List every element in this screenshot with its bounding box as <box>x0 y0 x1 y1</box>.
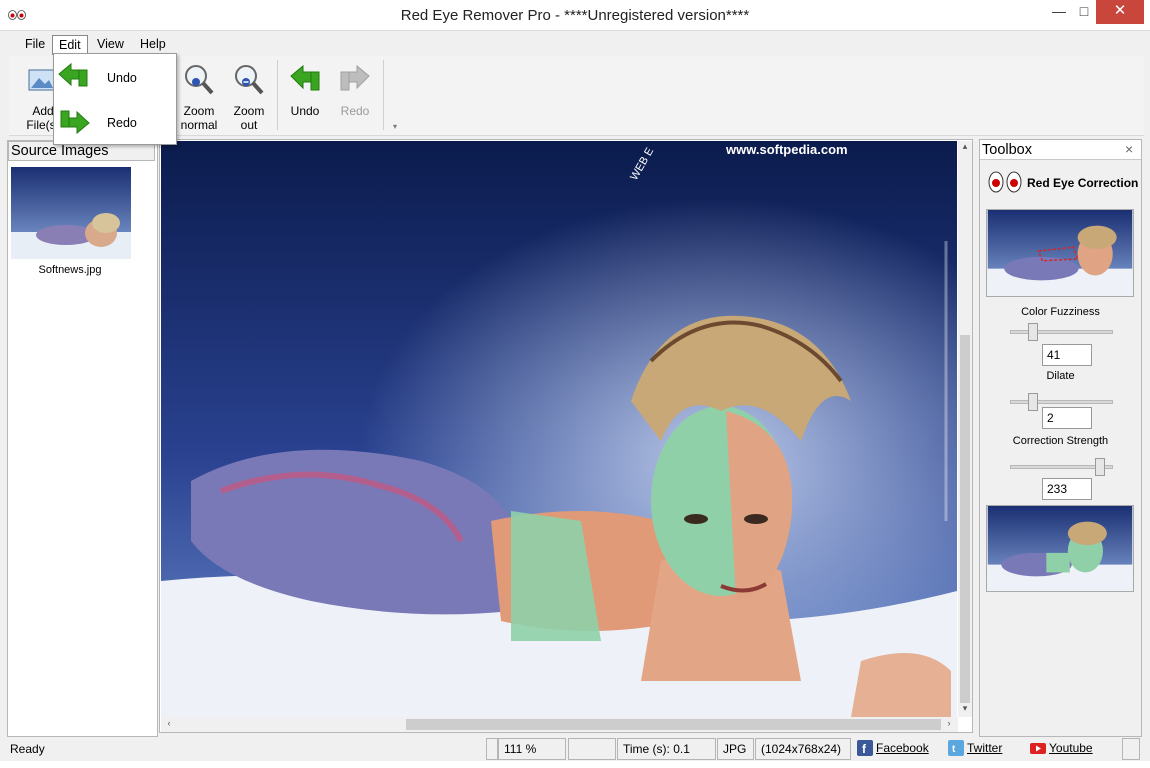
undo-arrow-icon <box>58 62 88 87</box>
dilate-knob[interactable] <box>1028 393 1038 411</box>
toolbar-overflow-button[interactable]: ▾ <box>393 122 397 131</box>
image-viewer[interactable]: WEB E www.softpedia.com ▴ ▾ ‹ › <box>159 139 973 733</box>
correction-strength-input[interactable]: 233 <box>1042 478 1092 500</box>
redo-arrow-icon <box>60 110 90 135</box>
toolbar: Add File(s) Zoom normal Zoom out Undo Re… <box>9 56 1144 136</box>
window-bottom-border <box>0 761 1150 768</box>
vertical-scrollbar[interactable]: ▴ ▾ <box>958 141 972 717</box>
image-canvas[interactable]: WEB E www.softpedia.com <box>161 141 957 717</box>
source-image-filename: Softnews.jpg <box>38 264 102 276</box>
toolbox-panel: Toolbox × Red Eye Correction Color Fuzzi… <box>979 139 1142 737</box>
twitter-link[interactable]: t Twitter <box>948 740 1002 756</box>
zoom-normal-button[interactable]: Zoom normal <box>173 60 225 132</box>
edit-menu-redo[interactable]: Redo <box>54 101 176 145</box>
window-title: Red Eye Remover Pro - ****Unregistered v… <box>400 7 750 24</box>
vertical-scroll-thumb[interactable] <box>960 335 970 703</box>
after-preview <box>986 505 1134 592</box>
undo-label: Undo <box>290 104 320 118</box>
horizontal-scrollbar[interactable]: ‹ › <box>161 717 958 732</box>
color-fuzziness-label: Color Fuzziness <box>1021 306 1100 318</box>
redo-arrow-icon <box>340 64 370 91</box>
menu-edit[interactable]: Edit <box>52 35 88 55</box>
zoom-level: 111 % <box>498 738 566 760</box>
zoom-normal-label-1: Zoom <box>183 104 215 118</box>
horizontal-scroll-thumb[interactable] <box>406 719 941 730</box>
correction-strength-knob[interactable] <box>1095 458 1105 476</box>
edit-menu-redo-label: Redo <box>107 116 137 130</box>
status-cell-blank <box>486 738 498 760</box>
zoom-normal-icon <box>185 65 214 95</box>
correction-strength-label: Correction Strength <box>1012 435 1109 447</box>
scroll-up-arrow[interactable]: ▴ <box>958 141 972 152</box>
edit-menu-undo[interactable]: Undo <box>54 56 176 100</box>
facebook-icon: f <box>857 740 873 756</box>
processing-time: Time (s): 0.1 <box>617 738 716 760</box>
menu-file[interactable]: File <box>19 35 51 55</box>
zoom-out-button[interactable]: Zoom out <box>223 60 275 132</box>
resize-grip[interactable] <box>1122 738 1140 760</box>
softpedia-watermark: www.softpedia.com <box>726 142 848 157</box>
color-fuzziness-slider[interactable] <box>1010 323 1113 341</box>
scroll-left-arrow[interactable]: ‹ <box>163 718 175 728</box>
close-button[interactable]: ✕ <box>1096 0 1144 24</box>
red-eye-correction-title: Red Eye Correction <box>1027 176 1139 190</box>
undo-arrow-icon <box>290 64 320 91</box>
zoom-out-icon <box>235 65 264 95</box>
source-image-thumbnail[interactable] <box>11 167 131 259</box>
color-fuzziness-input[interactable]: 41 <box>1042 344 1092 366</box>
zoom-out-label-1: Zoom <box>233 104 265 118</box>
redo-button[interactable]: Redo <box>329 60 381 118</box>
facebook-label: Facebook <box>876 741 929 755</box>
image-dimensions: (1024x768x24) <box>755 738 851 760</box>
edit-menu-undo-label: Undo <box>107 71 137 85</box>
zoom-out-label-2: out <box>240 118 258 132</box>
twitter-icon: t <box>948 740 964 756</box>
status-bar: Ready 111 % Time (s): 0.1 JPG (1024x768x… <box>0 737 1150 761</box>
correction-strength-slider[interactable] <box>1010 458 1113 476</box>
status-text: Ready <box>10 742 45 756</box>
menu-help[interactable]: Help <box>134 35 172 55</box>
facebook-link[interactable]: f Facebook <box>857 740 929 756</box>
twitter-label: Twitter <box>967 741 1003 755</box>
toolbox-title: Toolbox <box>980 140 1141 160</box>
toolbox-close-icon[interactable]: × <box>1125 141 1133 157</box>
undo-button[interactable]: Undo <box>279 60 331 118</box>
menu-view[interactable]: View <box>91 35 130 55</box>
red-eye-icon <box>988 171 1022 193</box>
scroll-down-arrow[interactable]: ▾ <box>958 703 972 714</box>
edit-menu-dropdown: Undo Redo <box>53 53 177 145</box>
dilate-input[interactable]: 2 <box>1042 407 1092 429</box>
image-format: JPG <box>717 738 754 760</box>
toolbar-separator <box>383 60 384 130</box>
zoom-normal-label-2: normal <box>180 118 218 132</box>
youtube-icon <box>1030 743 1046 754</box>
dilate-label: Dilate <box>1046 370 1075 382</box>
youtube-label: Youtube <box>1049 741 1093 755</box>
scroll-right-arrow[interactable]: › <box>943 718 955 728</box>
youtube-link[interactable]: Youtube <box>1030 740 1093 756</box>
menu-bar: File Edit View Help <box>9 33 1144 55</box>
status-cell-empty <box>568 738 616 760</box>
add-files-label-1: Add <box>32 104 54 118</box>
redo-label: Redo <box>340 104 370 118</box>
dilate-slider[interactable] <box>1010 393 1113 411</box>
photo-preview: WEB E <box>161 141 957 717</box>
title-bar: Red Eye Remover Pro - ****Unregistered v… <box>0 0 1150 31</box>
source-images-panel: Source Images Softnews.jpg <box>7 140 158 737</box>
toolbar-separator <box>277 60 278 130</box>
before-preview <box>986 209 1134 297</box>
color-fuzziness-knob[interactable] <box>1028 323 1038 341</box>
